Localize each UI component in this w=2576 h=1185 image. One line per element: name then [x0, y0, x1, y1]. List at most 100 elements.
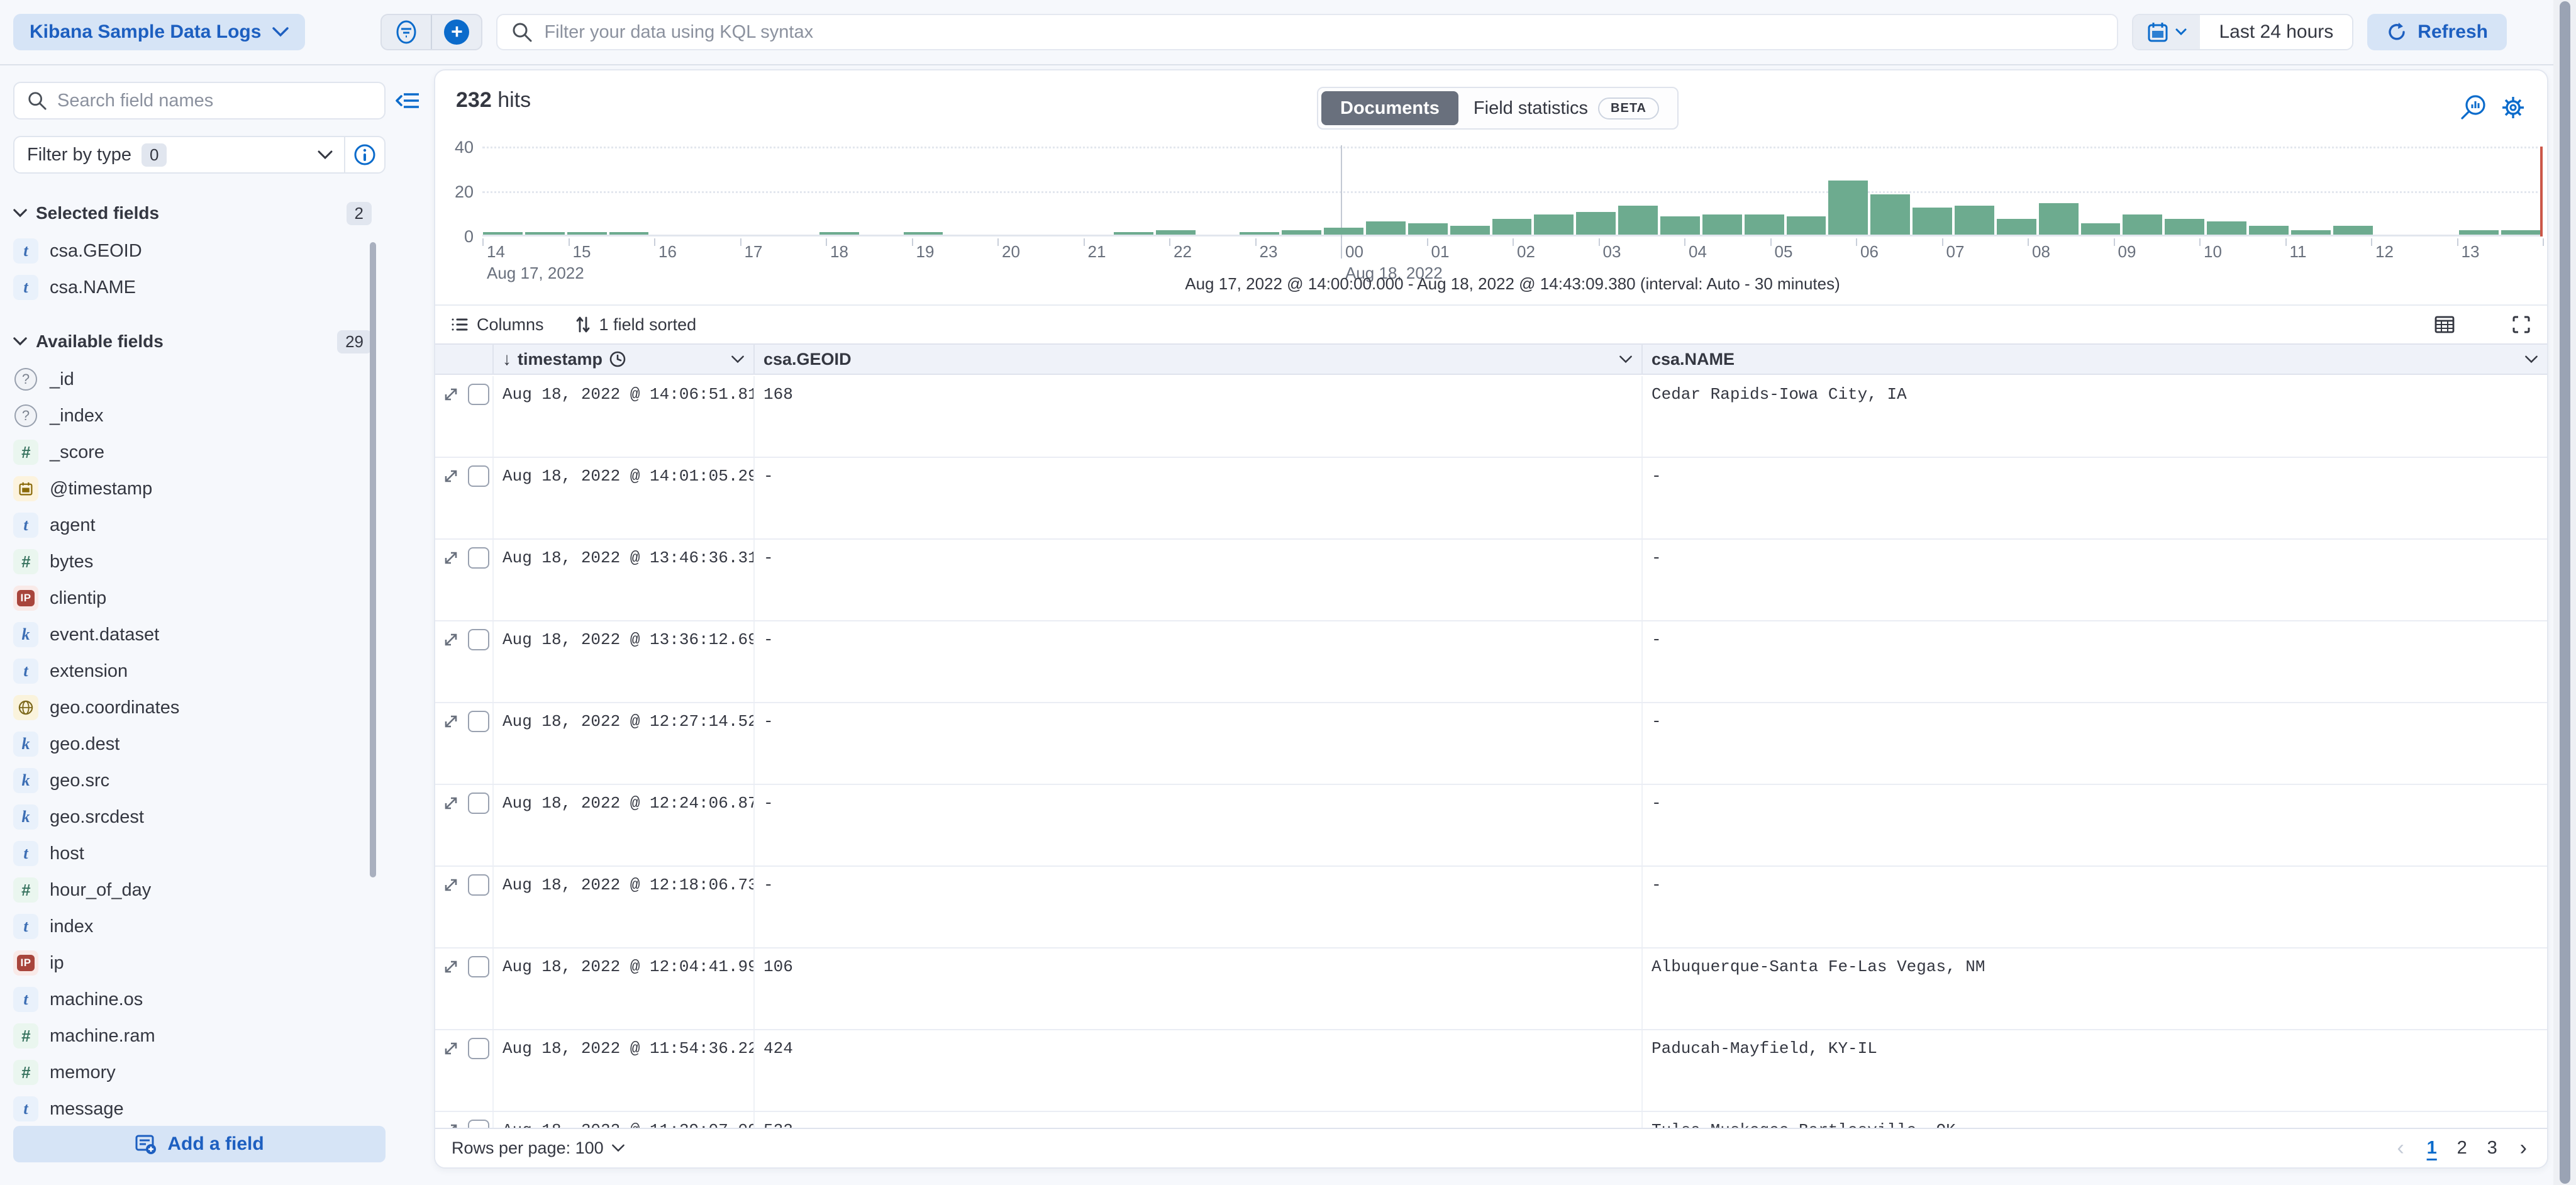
page-button-2[interactable]: 2	[2447, 1133, 2477, 1164]
selected-fields-header[interactable]: Selected fields 2	[13, 199, 378, 228]
histogram-bar[interactable]	[1618, 206, 1658, 235]
expand-row-button[interactable]	[440, 711, 462, 732]
histogram-bar[interactable]	[819, 232, 859, 235]
sidebar-scrollbar[interactable]	[370, 242, 376, 877]
histogram-bar[interactable]	[1660, 216, 1700, 235]
cell-csa-geoid[interactable]: 106	[755, 949, 1643, 1029]
row-checkbox[interactable]	[468, 711, 489, 732]
histogram-bar[interactable]	[567, 232, 607, 235]
cell-csa-geoid[interactable]: -	[755, 458, 1643, 538]
field-item-ip[interactable]: IPip	[13, 945, 378, 981]
cell-csa-name[interactable]: -	[1643, 785, 2547, 865]
field-item-hour_of_day[interactable]: #hour_of_day	[13, 872, 378, 908]
cell-timestamp[interactable]: Aug 18, 2022 @ 12:18:06.737	[494, 867, 755, 947]
row-checkbox[interactable]	[468, 465, 489, 487]
histogram-bar[interactable]	[1913, 208, 1952, 235]
cell-csa-geoid[interactable]: -	[755, 703, 1643, 784]
next-page-button[interactable]: ›	[2516, 1136, 2531, 1160]
histogram-bar[interactable]	[1576, 212, 1616, 235]
field-item-csa.NAME[interactable]: tcsa.NAME	[13, 269, 378, 306]
expand-row-button[interactable]	[440, 1038, 462, 1059]
histogram-bar[interactable]	[1114, 232, 1153, 235]
field-item-geo.dest[interactable]: kgeo.dest	[13, 726, 378, 762]
expand-row-button[interactable]	[440, 547, 462, 569]
cell-csa-geoid[interactable]: 424	[755, 1030, 1643, 1111]
refresh-button[interactable]: Refresh	[2367, 14, 2507, 50]
field-item-index[interactable]: tindex	[13, 908, 378, 945]
cell-csa-name[interactable]: -	[1643, 621, 2547, 702]
field-item-machine.ram[interactable]: #machine.ram	[13, 1018, 378, 1054]
cell-csa-geoid[interactable]: -	[755, 867, 1643, 947]
fullscreen-button[interactable]	[2511, 314, 2532, 335]
cell-csa-name[interactable]: Paducah-Mayfield, KY-IL	[1643, 1030, 2547, 1111]
field-item-host[interactable]: thost	[13, 835, 378, 872]
row-checkbox[interactable]	[468, 874, 489, 896]
cell-timestamp[interactable]: Aug 18, 2022 @ 12:04:41.998	[494, 949, 755, 1029]
field-item-geo.src[interactable]: kgeo.src	[13, 762, 378, 799]
cell-csa-name[interactable]: Cedar Rapids-Iowa City, IA	[1643, 376, 2547, 457]
cell-timestamp[interactable]: Aug 18, 2022 @ 13:46:36.315	[494, 540, 755, 620]
histogram-bar[interactable]	[1408, 223, 1448, 235]
histogram-bar[interactable]	[2165, 219, 2204, 235]
columns-button[interactable]: Columns	[450, 315, 544, 335]
histogram-bar[interactable]	[904, 232, 943, 235]
cell-csa-name[interactable]: -	[1643, 458, 2547, 538]
field-item-_score[interactable]: #_score	[13, 434, 378, 470]
cell-timestamp[interactable]: Aug 18, 2022 @ 14:06:51.816	[494, 376, 755, 457]
rows-per-page-button[interactable]: Rows per page: 100	[452, 1138, 625, 1158]
histogram-bar[interactable]	[2459, 230, 2499, 235]
collapse-sidebar-button[interactable]	[395, 87, 423, 114]
field-item-bytes[interactable]: #bytes	[13, 543, 378, 580]
saved-query-filter-button[interactable]	[382, 15, 431, 49]
field-item-csa.GEOID[interactable]: tcsa.GEOID	[13, 233, 378, 269]
cell-timestamp[interactable]: Aug 18, 2022 @ 13:36:12.692	[494, 621, 755, 702]
histogram-bar[interactable]	[2249, 226, 2289, 235]
row-checkbox[interactable]	[468, 793, 489, 814]
expand-row-button[interactable]	[440, 384, 462, 405]
cell-csa-name[interactable]: -	[1643, 540, 2547, 620]
field-item-clientip[interactable]: IPclientip	[13, 580, 378, 616]
histogram-bar[interactable]	[1534, 214, 1574, 235]
table-header-csa-geoid[interactable]: csa.GEOID	[755, 345, 1643, 374]
expand-row-button[interactable]	[440, 629, 462, 650]
cell-csa-geoid[interactable]: -	[755, 540, 1643, 620]
histogram-bar[interactable]	[483, 232, 523, 235]
histogram-bar[interactable]	[1745, 214, 1784, 235]
table-header-csa-name[interactable]: csa.NAME	[1643, 345, 2547, 374]
previous-page-button[interactable]: ‹	[2393, 1136, 2407, 1160]
row-checkbox[interactable]	[468, 384, 489, 405]
expand-row-button[interactable]	[440, 465, 462, 487]
histogram-bar[interactable]	[2039, 203, 2079, 235]
field-item-extension[interactable]: textension	[13, 653, 378, 689]
expand-row-button[interactable]	[440, 956, 462, 977]
histogram-bar[interactable]	[525, 232, 565, 235]
cell-timestamp[interactable]: Aug 18, 2022 @ 11:54:36.220	[494, 1030, 755, 1111]
cell-timestamp[interactable]: Aug 18, 2022 @ 12:27:14.527	[494, 703, 755, 784]
field-item-event.dataset[interactable]: kevent.dataset	[13, 616, 378, 653]
field-item-geo.coordinates[interactable]: geo.coordinates	[13, 689, 378, 726]
field-item-geo.srcdest[interactable]: kgeo.srcdest	[13, 799, 378, 835]
tab-field-statistics[interactable]: Field statistics BETA	[1458, 91, 1674, 125]
display-density-button[interactable]	[2434, 314, 2455, 335]
filter-by-type-dropdown[interactable]: Filter by type 0	[13, 136, 386, 174]
field-item-agent[interactable]: tagent	[13, 507, 378, 543]
available-fields-header[interactable]: Available fields 29	[13, 327, 378, 356]
histogram-bar[interactable]	[1870, 194, 1910, 235]
expand-row-button[interactable]	[440, 793, 462, 814]
field-item-message[interactable]: tmessage	[13, 1091, 378, 1127]
cell-timestamp[interactable]: Aug 18, 2022 @ 12:24:06.875	[494, 785, 755, 865]
histogram-bar[interactable]	[2123, 214, 2162, 235]
time-range-value[interactable]: Last 24 hours	[2200, 15, 2352, 49]
histogram-bar[interactable]	[2501, 230, 2541, 235]
data-view-picker[interactable]: Kibana Sample Data Logs	[13, 14, 305, 50]
histogram-bar[interactable]	[1366, 221, 1406, 235]
window-scrollbar-thumb[interactable]	[2560, 1, 2570, 1184]
field-item-_index[interactable]: ?_index	[13, 398, 378, 434]
histogram-bar[interactable]	[1787, 216, 1826, 235]
page-button-3[interactable]: 3	[2477, 1133, 2507, 1164]
cell-csa-name[interactable]: -	[1643, 703, 2547, 784]
field-types-info-button[interactable]	[345, 137, 384, 172]
cell-csa-geoid[interactable]: -	[755, 621, 1643, 702]
row-checkbox[interactable]	[468, 629, 489, 650]
page-button-1[interactable]: 1	[2417, 1133, 2447, 1164]
